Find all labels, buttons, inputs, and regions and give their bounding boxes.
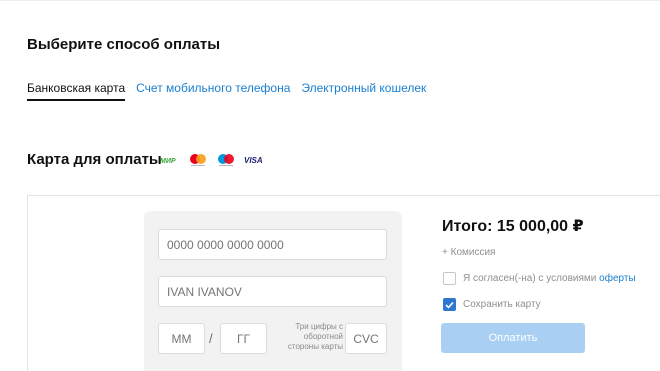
mir-logo-icon: МИР (160, 155, 180, 165)
card-form: / Три цифры с оборотной стороны карты (144, 211, 402, 371)
svg-text:МИР: МИР (160, 158, 176, 165)
visa-logo-icon: VISA (244, 155, 266, 165)
payment-method-tabs: Банковская карта Счет мобильного телефон… (27, 81, 437, 101)
cvc-hint: Три цифры с оборотной стороны карты (287, 322, 343, 351)
checkmark-icon (445, 301, 454, 309)
card-holder-input[interactable] (158, 276, 387, 307)
save-card-checkbox[interactable] (443, 298, 456, 311)
tab-mobile-phone[interactable]: Счет мобильного телефона (136, 81, 290, 101)
offer-terms-link[interactable]: оферты (599, 273, 635, 284)
order-total: Итого: 15 000,00 ₽ (442, 218, 584, 235)
mastercard-logo-icon (188, 153, 208, 167)
commission-note: + Комиссия (442, 247, 496, 258)
svg-text:VISA: VISA (244, 156, 263, 165)
expiry-year-input[interactable] (220, 323, 267, 354)
save-card-label: Сохранить карту (463, 299, 541, 310)
tab-bank-card[interactable]: Банковская карта (27, 81, 126, 101)
expiry-separator: / (209, 331, 213, 346)
cvc-input[interactable] (345, 323, 387, 354)
maestro-logo-icon (216, 153, 236, 167)
expiry-month-input[interactable] (158, 323, 205, 354)
card-number-input[interactable] (158, 229, 387, 260)
page-title: Выберите способ оплаты (27, 36, 221, 53)
top-divider (0, 0, 660, 1)
card-brand-logos: МИР VISA (160, 153, 274, 167)
agree-text: Я согласен(-на) с условиями (463, 273, 600, 284)
agree-checkbox[interactable] (443, 272, 456, 285)
tab-e-wallet[interactable]: Электронный кошелек (301, 81, 426, 101)
pay-button[interactable]: Оплатить (441, 323, 585, 353)
agree-label: Я согласен(-на) с условиями оферты (463, 273, 636, 284)
card-section-title: Карта для оплаты (27, 151, 162, 168)
